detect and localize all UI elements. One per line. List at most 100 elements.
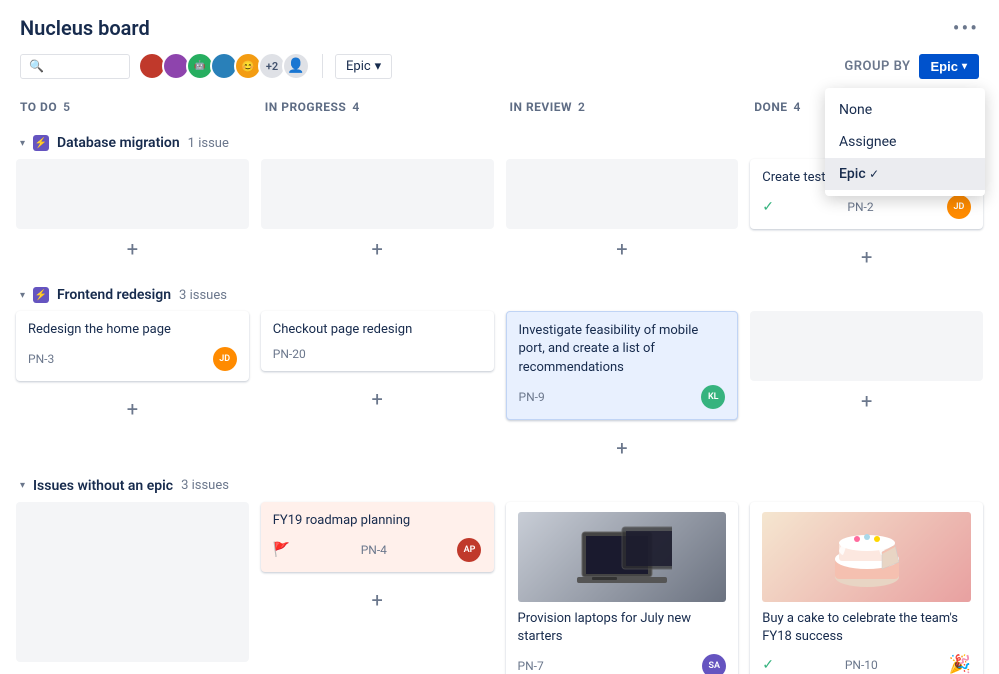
card-pn4-id: PN-4 — [361, 543, 387, 557]
card-pn10-footer: ✓ PN-10 🎉 — [762, 654, 971, 674]
card-pn3-title: Redesign the home page — [28, 321, 237, 339]
swim-lane-icon-frontend: ⚡ — [33, 287, 49, 303]
col-header-todo: TO DO 5 — [10, 88, 255, 125]
toolbar-divider — [322, 54, 323, 78]
card-pn2-footer: ✓ PN-2 JD — [762, 195, 971, 219]
swim-lane-chevron-frontend: ▾ — [20, 290, 25, 301]
card-pn7-avatar: SA — [702, 654, 726, 674]
swim-lane-chevron-noepic: ▾ — [20, 480, 25, 491]
col-done-frontend: + — [744, 311, 989, 468]
add-done-database-button[interactable]: + — [750, 237, 983, 277]
group-by-epic-button[interactable]: Epic ▾ — [919, 54, 980, 79]
group-by-label: GROUP BY — [844, 59, 910, 74]
swim-lane-header-frontend[interactable]: ▾ ⚡ Frontend redesign 3 issues — [0, 277, 999, 311]
add-inprogress-database-button[interactable]: + — [261, 229, 494, 269]
swim-lane-count-database: 1 issue — [188, 136, 229, 151]
add-inreview-database-button[interactable]: + — [506, 229, 739, 269]
card-pn2-avatar: JD — [947, 195, 971, 219]
group-by-chevron: ▾ — [962, 61, 967, 72]
col-inprogress-noepic: FY19 roadmap planning 🚩 PN-4 AP + — [255, 502, 500, 674]
card-pn3-footer: PN-3 JD — [28, 347, 237, 371]
add-todo-database-button[interactable]: + — [16, 229, 249, 269]
dropdown-item-assignee[interactable]: Assignee — [825, 126, 985, 158]
empty-todo-noepic — [16, 502, 249, 662]
col-header-inprogress: IN PROGRESS 4 — [255, 88, 500, 125]
col-todo-noepic: + — [10, 502, 255, 674]
search-input[interactable] — [50, 59, 120, 74]
card-pn10[interactable]: Buy a cake to celebrate the team's FY18 … — [750, 502, 983, 674]
search-icon: 🔍 — [29, 59, 44, 73]
card-pn4-title: FY19 roadmap planning — [273, 512, 482, 530]
col-inreview-database: + — [500, 159, 745, 277]
card-pn20-footer: PN-20 — [273, 347, 482, 361]
page-title: Nucleus board — [20, 16, 150, 40]
more-options-button[interactable]: ••• — [953, 16, 979, 40]
cards-row-noepic: + FY19 roadmap planning 🚩 PN-4 AP + — [0, 502, 999, 674]
group-by-section: GROUP BY Epic ▾ — [844, 54, 979, 79]
add-done-frontend-button[interactable]: + — [750, 381, 983, 421]
card-pn9-avatar: KL — [701, 385, 725, 409]
add-avatar-button[interactable]: 👤 — [282, 52, 310, 80]
card-pn4-footer: 🚩 PN-4 AP — [273, 538, 482, 562]
swim-lane-header-noepic[interactable]: ▾ Issues without an epic 3 issues — [0, 468, 999, 502]
epic-filter-button[interactable]: Epic ▾ — [335, 54, 392, 79]
group-by-dropdown: None Assignee Epic ✓ — [825, 88, 985, 196]
card-pn10-image — [762, 512, 971, 602]
card-pn9[interactable]: Investigate feasibility of mobile port, … — [506, 311, 739, 420]
card-pn4-avatar: AP — [457, 538, 481, 562]
avatar-group: 🤖 😊 +2 👤 — [138, 52, 310, 80]
swim-lane-icon-database: ⚡ — [33, 135, 49, 151]
card-pn7-footer: PN-7 SA — [518, 654, 727, 674]
col-done-label: DONE — [754, 100, 787, 114]
col-inprogress-count: 4 — [352, 100, 359, 114]
swim-lane-frontend-redesign: ▾ ⚡ Frontend redesign 3 issues Redesign … — [0, 277, 999, 468]
col-todo-frontend: Redesign the home page PN-3 JD + — [10, 311, 255, 468]
card-pn20-id: PN-20 — [273, 347, 306, 361]
card-pn20-title: Checkout page redesign — [273, 321, 482, 339]
card-pn4[interactable]: FY19 roadmap planning 🚩 PN-4 AP — [261, 502, 494, 572]
swim-lane-title-noepic: Issues without an epic — [33, 478, 173, 494]
card-pn7-image — [518, 512, 727, 602]
col-header-inreview: IN REVIEW 2 — [500, 88, 745, 125]
card-pn3-id: PN-3 — [28, 352, 54, 366]
col-inreview-noepic: Provision laptops for July new starters … — [500, 502, 745, 674]
dropdown-item-epic[interactable]: Epic ✓ — [825, 158, 985, 190]
add-inreview-frontend-button[interactable]: + — [506, 428, 739, 468]
col-todo-count: 5 — [63, 100, 70, 114]
empty-done-frontend — [750, 311, 983, 381]
dropdown-item-none[interactable]: None — [825, 94, 985, 126]
empty-todo-database — [16, 159, 249, 229]
card-pn3[interactable]: Redesign the home page PN-3 JD — [16, 311, 249, 381]
epic-filter-label: Epic — [346, 59, 371, 74]
swim-lane-count-noepic: 3 issues — [181, 478, 229, 493]
group-by-value: Epic — [931, 59, 958, 74]
card-pn9-id: PN-9 — [519, 390, 545, 404]
card-pn9-title: Investigate feasibility of mobile port, … — [519, 322, 726, 377]
card-pn7-title: Provision laptops for July new starters — [518, 610, 727, 646]
card-pn7[interactable]: Provision laptops for July new starters … — [506, 502, 739, 674]
card-pn10-id: PN-10 — [845, 658, 878, 672]
card-pn10-check-icon: ✓ — [762, 657, 774, 673]
col-inprogress-database: + — [255, 159, 500, 277]
col-done-noepic: Buy a cake to celebrate the team's FY18 … — [744, 502, 989, 674]
add-todo-frontend-button[interactable]: + — [16, 389, 249, 429]
search-box: 🔍 — [20, 54, 130, 79]
card-pn7-id: PN-7 — [518, 659, 544, 673]
col-todo-label: TO DO — [20, 100, 57, 114]
col-inreview-count: 2 — [578, 100, 585, 114]
swim-lane-no-epic: ▾ Issues without an epic 3 issues + FY19… — [0, 468, 999, 674]
card-pn20[interactable]: Checkout page redesign PN-20 — [261, 311, 494, 371]
card-pn2-check-icon: ✓ — [762, 199, 774, 215]
card-pn10-emoji: 🎉 — [949, 654, 971, 674]
add-inprogress-frontend-button[interactable]: + — [261, 379, 494, 419]
col-inprogress-label: IN PROGRESS — [265, 100, 347, 114]
add-inprogress-noepic-button[interactable]: + — [261, 580, 494, 620]
swim-lane-chevron: ▾ — [20, 138, 25, 149]
swim-lane-title-database: Database migration — [57, 135, 180, 151]
col-done-count: 4 — [794, 100, 801, 114]
card-pn4-flag-icon: 🚩 — [273, 542, 290, 558]
swim-lane-title-frontend: Frontend redesign — [57, 287, 171, 303]
add-todo-noepic-button[interactable]: + — [16, 662, 249, 674]
cards-row-frontend: Redesign the home page PN-3 JD + Checkou… — [0, 311, 999, 468]
col-inreview-label: IN REVIEW — [510, 100, 573, 114]
